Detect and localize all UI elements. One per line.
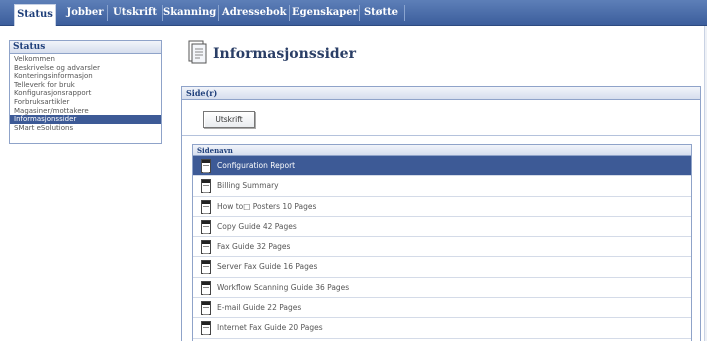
sidebar-item-konfigurasjon[interactable]: Konfigurasjonsrapport — [10, 89, 161, 98]
top-navigation: Status Jobber Utskrift Skanning Adresseb… — [0, 0, 707, 26]
document-icon — [201, 260, 211, 275]
sidebar-item-magasiner[interactable]: Magasiner/mottakere — [10, 107, 161, 116]
sidebar-item-beskrivelse[interactable]: Beskrivelse og advarsler — [10, 64, 161, 73]
sidebar-item-smart-esolutions[interactable]: SMart eSolutions — [10, 124, 161, 133]
info-pages-icon — [187, 40, 207, 64]
tab-egenskaper[interactable]: Egenskaper — [292, 3, 358, 23]
tab-skanning[interactable]: Skanning — [163, 3, 216, 23]
pages-table: Sidenavn Configuration Report Billing Su… — [192, 144, 692, 341]
tab-adressebok[interactable]: Adressebok — [222, 3, 287, 23]
tab-separator — [404, 5, 405, 21]
document-icon — [201, 301, 211, 316]
document-icon — [201, 159, 211, 173]
table-row[interactable]: Internet Fax Guide 20 Pages — [193, 318, 691, 339]
sidebar-item-velkommen[interactable]: Velkommen — [10, 55, 161, 64]
table-row[interactable]: Server Fax Guide 16 Pages — [193, 257, 691, 278]
tab-separator — [107, 5, 108, 21]
section-header: Side(r) — [182, 87, 700, 100]
tab-utskrift[interactable]: Utskrift — [110, 3, 160, 23]
table-row[interactable]: Configuration Report — [193, 156, 691, 177]
table-row[interactable]: Billing Summary — [193, 176, 691, 197]
row-label: Billing Summary — [217, 181, 279, 191]
page-title: Informasjonssider — [213, 46, 356, 62]
row-label: Fax Guide 32 Pages — [217, 242, 291, 252]
document-icon — [201, 240, 211, 255]
print-button[interactable]: Utskrift — [203, 111, 255, 128]
table-row[interactable]: E-mail Guide 22 Pages — [193, 298, 691, 319]
table-row[interactable]: Fax Guide 32 Pages — [193, 237, 691, 258]
document-icon — [201, 199, 211, 214]
sidebar-item-kontering[interactable]: Konteringsinformasjon — [10, 72, 161, 81]
pages-panel: Side(r) Utskrift Sidenavn Configuration … — [181, 86, 701, 341]
tab-separator — [359, 5, 360, 21]
document-icon — [201, 321, 211, 336]
sidebar-item-informasjonssider[interactable]: Informasjonssider — [10, 115, 161, 124]
row-label: Copy Guide 42 Pages — [217, 221, 297, 231]
tab-stotte[interactable]: Støtte — [361, 3, 401, 23]
table-row[interactable]: How to□ Posters 10 Pages — [193, 197, 691, 217]
tab-jobber[interactable]: Jobber — [63, 3, 107, 23]
sidebar-item-forbruksartikler[interactable]: Forbruksartikler — [10, 98, 161, 107]
document-icon — [201, 179, 211, 194]
row-label: How to□ Posters 10 Pages — [217, 201, 317, 211]
sidebar-title: Status — [10, 41, 161, 54]
table-row[interactable]: Workflow Scanning Guide 36 Pages — [193, 278, 691, 299]
table-row[interactable]: Copy Guide 42 Pages — [193, 217, 691, 238]
sidebar-item-telleverk[interactable]: Telleverk for bruk — [10, 81, 161, 90]
tab-separator — [289, 5, 290, 21]
tab-status[interactable]: Status — [14, 4, 56, 26]
row-label: Internet Fax Guide 20 Pages — [217, 323, 323, 333]
sidebar: Status Velkommen Beskrivelse og advarsle… — [9, 40, 162, 144]
document-icon — [201, 280, 211, 295]
row-label: Workflow Scanning Guide 36 Pages — [217, 282, 350, 292]
row-label: Configuration Report — [217, 161, 296, 170]
document-icon — [201, 219, 211, 234]
tab-separator — [218, 5, 219, 21]
divider — [182, 135, 700, 136]
column-header-page-name: Sidenavn — [193, 145, 691, 156]
row-label: E-mail Guide 22 Pages — [217, 303, 302, 313]
row-label: Server Fax Guide 16 Pages — [217, 262, 318, 272]
